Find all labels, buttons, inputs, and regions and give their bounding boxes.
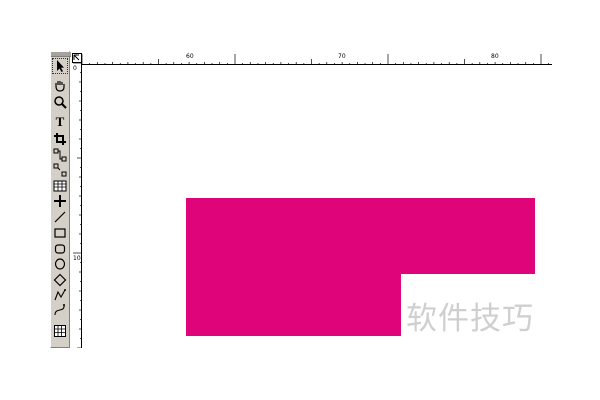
canvas-artwork: [186, 198, 535, 336]
watermark: 软件技巧: [406, 301, 534, 337]
